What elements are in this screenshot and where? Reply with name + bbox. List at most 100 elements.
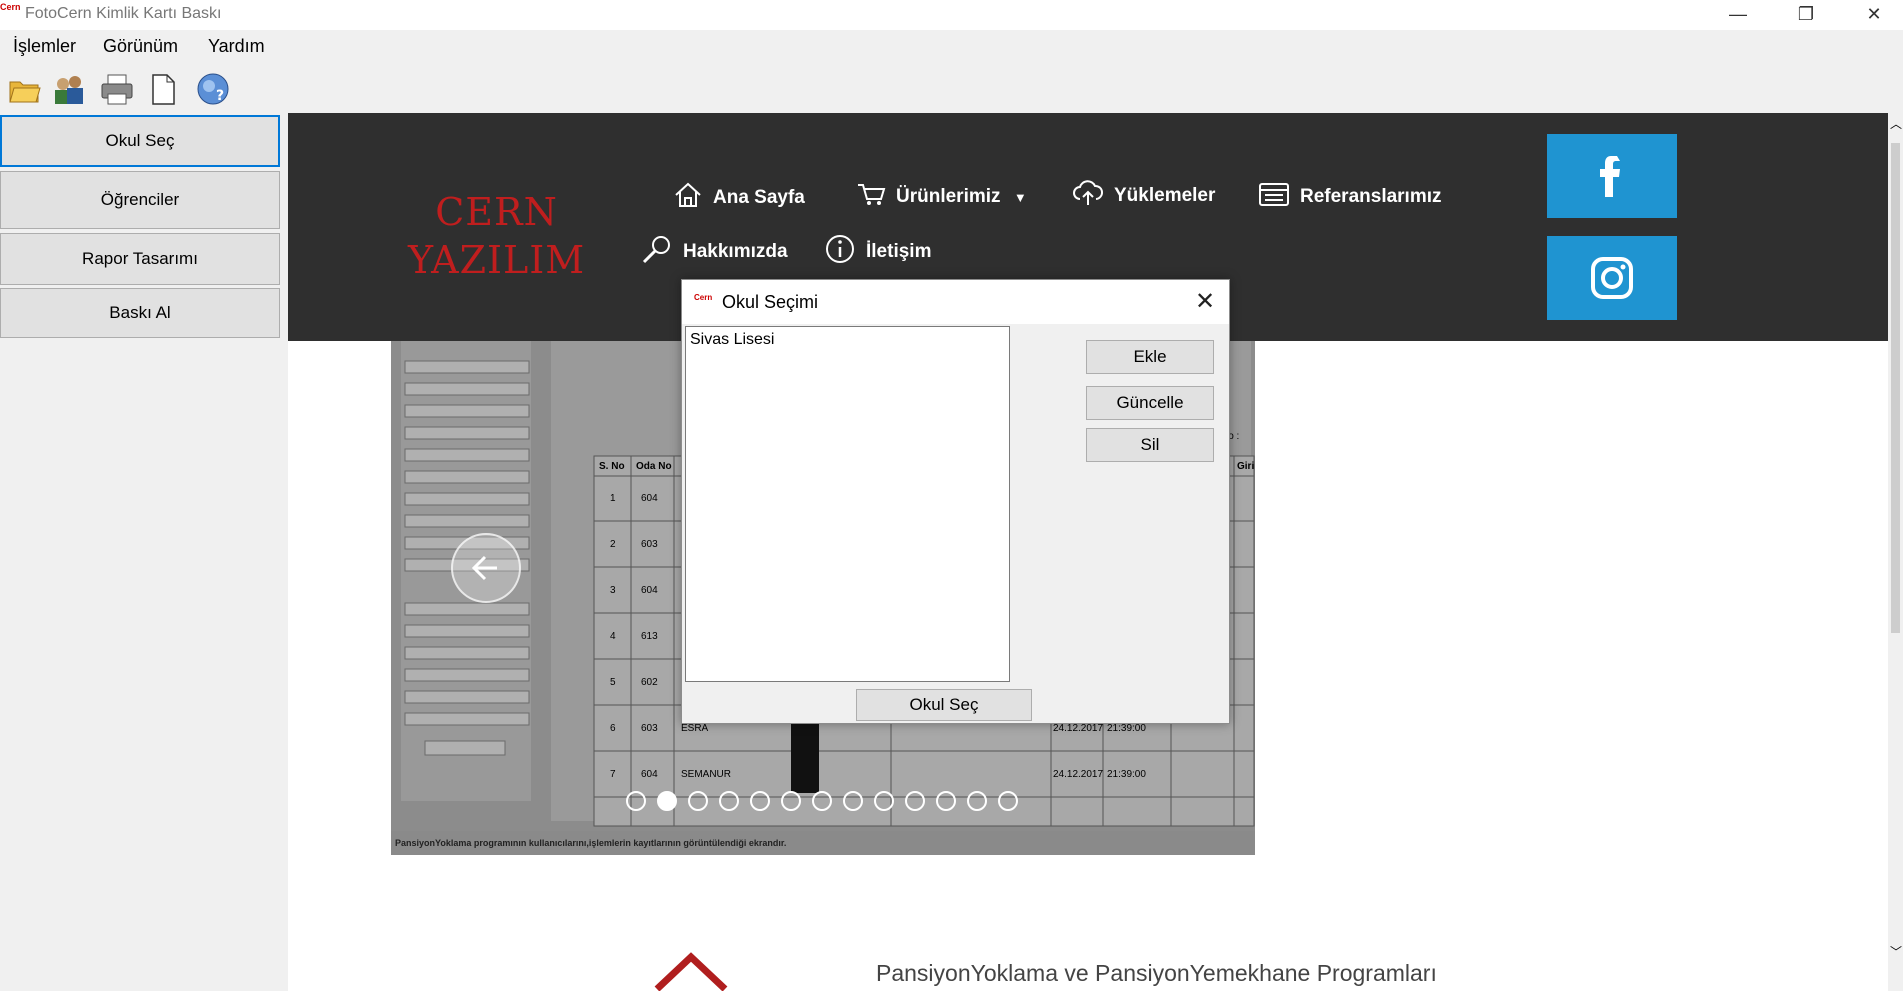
slider-dot[interactable]: [812, 791, 832, 811]
caret-down-icon: ▼: [1013, 190, 1027, 206]
nav-contact[interactable]: İletişim: [824, 233, 931, 271]
print-icon[interactable]: [100, 72, 134, 106]
slide-row-6-room: 603: [641, 723, 658, 734]
dialog-close-button[interactable]: ✕: [1191, 288, 1219, 316]
home-icon: [673, 181, 703, 215]
slider-dot[interactable]: [967, 791, 987, 811]
menu-yardim[interactable]: Yardım: [208, 36, 265, 57]
slide-row-3-no: 3: [610, 585, 616, 596]
slider-dot[interactable]: [905, 791, 925, 811]
info-icon: [824, 233, 856, 271]
facebook-button[interactable]: [1547, 134, 1677, 218]
slider-dot[interactable]: [750, 791, 770, 811]
slider-dot[interactable]: [719, 791, 739, 811]
nav-products[interactable]: Ürünlerimiz ▼: [856, 181, 1027, 213]
sidebar-item-baski-al[interactable]: Baskı Al: [0, 288, 280, 338]
restore-button[interactable]: ❐: [1783, 0, 1829, 30]
nav-downloads-label: Yüklemeler: [1114, 185, 1216, 207]
slide-row-2-room: 603: [641, 539, 658, 550]
slide-row-5-no: 5: [610, 677, 616, 688]
sidebar: Okul Seç Öğrenciler Rapor Tasarımı Baskı…: [0, 113, 288, 991]
delete-button[interactable]: Sil: [1086, 428, 1214, 462]
nav-about[interactable]: Hakkımızda: [641, 233, 788, 271]
dialog-app-icon: Cern: [694, 293, 713, 302]
school-listbox[interactable]: Sivas Lisesi: [685, 326, 1010, 682]
new-page-icon[interactable]: [146, 72, 180, 106]
cloud-upload-icon: [1072, 179, 1104, 213]
slide-row-7-name: SEMANUR: [681, 769, 732, 780]
okul-secimi-dialog: Cern Okul Seçimi ✕ Sivas Lisesi Ekle Gün…: [681, 279, 1230, 724]
logo-line2: YAZILIM: [408, 238, 586, 282]
open-folder-icon[interactable]: [8, 72, 42, 106]
sidebar-item-rapor-tasarimi[interactable]: Rapor Tasarımı: [0, 233, 280, 285]
slide-row-5-room: 602: [641, 677, 658, 688]
nav-references-label: Referanslarımız: [1300, 186, 1442, 208]
promo-text: PansiyonYoklama ve PansiyonYemekhane Pro…: [876, 960, 1437, 986]
nav-downloads[interactable]: Yüklemeler: [1072, 179, 1215, 213]
slide-row-6-name: ESRA: [681, 723, 709, 734]
app-logo-icon: Cern: [0, 2, 21, 12]
nav-products-label: Ürünlerimiz: [896, 186, 1001, 208]
nav-references[interactable]: Referanslarımız: [1258, 181, 1442, 213]
minimize-button[interactable]: —: [1715, 0, 1761, 30]
slide-row-7-date: 24.12.2017: [1053, 769, 1104, 780]
update-button[interactable]: Güncelle: [1086, 386, 1214, 420]
site-logo[interactable]: CERN YAZILIM: [408, 188, 585, 284]
calendar-list-icon: [1258, 181, 1290, 213]
slide-row-7-room: 604: [641, 769, 658, 780]
slide-row-6-time: 21:39:00: [1107, 723, 1146, 734]
slider-dot[interactable]: [874, 791, 894, 811]
instagram-button[interactable]: [1547, 236, 1677, 320]
slide-header-room: Oda No: [636, 461, 672, 472]
logo-line1: CERN: [435, 190, 558, 234]
users-icon[interactable]: [52, 72, 86, 106]
arrow-left-icon: [471, 555, 497, 581]
nav-about-label: Hakkımızda: [683, 241, 788, 263]
nav-home[interactable]: Ana Sayfa: [673, 181, 805, 215]
window-title: FotoCern Kimlik Kartı Baskı: [25, 5, 222, 22]
add-button[interactable]: Ekle: [1086, 340, 1214, 374]
slider-dot[interactable]: [936, 791, 956, 811]
slide-row-3-room: 604: [641, 585, 658, 596]
help-icon[interactable]: ?: [196, 72, 230, 106]
sidebar-item-ogrenciler[interactable]: Öğrenciler: [0, 171, 280, 229]
slide-row-6-no: 6: [610, 723, 616, 734]
scrollbar-thumb[interactable]: [1891, 143, 1900, 633]
slide-row-1-room: 604: [641, 493, 658, 504]
dialog-title: Okul Seçimi: [722, 292, 819, 312]
instagram-icon: [1591, 257, 1633, 299]
slider-dot[interactable]: [843, 791, 863, 811]
slider-dot[interactable]: [626, 791, 646, 811]
slider-dot-active[interactable]: [657, 791, 677, 811]
slide-row-2-no: 2: [610, 539, 616, 550]
slide-header-sno: S. No: [599, 461, 625, 472]
slide-row-7-time: 21:39:00: [1107, 769, 1146, 780]
slider-dot[interactable]: [998, 791, 1018, 811]
menu-bar: İşlemler Görünüm Yardım: [0, 32, 600, 62]
promo-logo: [653, 951, 733, 991]
close-button[interactable]: ✕: [1851, 0, 1897, 30]
scroll-up-icon[interactable]: ︿: [1890, 115, 1902, 132]
slider-prev-button[interactable]: [451, 533, 521, 603]
slide-row-6-date: 24.12.2017: [1053, 723, 1104, 734]
browser-scrollbar[interactable]: ︿ ﹀: [1888, 113, 1903, 991]
slider-dot[interactable]: [781, 791, 801, 811]
nav-home-label: Ana Sayfa: [713, 187, 805, 209]
svg-text:?: ?: [216, 88, 224, 104]
menu-islemler[interactable]: İşlemler: [13, 36, 76, 57]
facebook-icon: [1600, 156, 1620, 197]
window-titlebar: Cern FotoCern Kimlik Kartı Baskı — ❐ ✕: [0, 0, 1903, 30]
cart-icon: [856, 181, 886, 213]
sidebar-item-okul-sec[interactable]: Okul Seç: [0, 115, 280, 167]
slide-row-7-no: 7: [610, 769, 616, 780]
select-school-button[interactable]: Okul Seç: [856, 689, 1032, 721]
toolbar: ?: [0, 68, 300, 112]
list-item[interactable]: Sivas Lisesi: [690, 331, 774, 349]
slide-partial-giris: Giri: [1237, 461, 1255, 472]
search-icon: [641, 233, 673, 271]
scroll-down-icon[interactable]: ﹀: [1890, 943, 1902, 960]
menu-gorunum[interactable]: Görünüm: [103, 36, 178, 57]
slider-dot[interactable]: [688, 791, 708, 811]
slide-row-4-no: 4: [610, 631, 616, 642]
dialog-titlebar: Cern Okul Seçimi ✕: [682, 280, 1229, 324]
